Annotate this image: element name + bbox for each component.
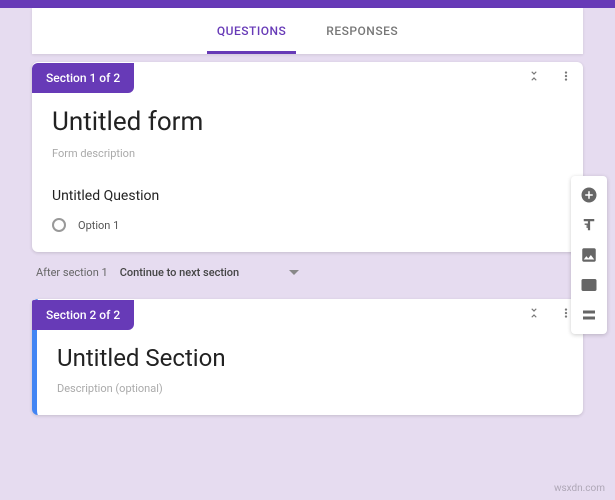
chevron-down-icon	[289, 266, 299, 279]
content-area: Section 1 of 2 Untitled form Form descri…	[0, 54, 615, 415]
section-2-description-input[interactable]: Description (optional)	[57, 382, 563, 395]
section-card-2[interactable]: Section 2 of 2 Untitled Section Descript…	[32, 299, 583, 415]
tab-responses[interactable]: RESPONSES	[306, 8, 418, 54]
section-1-header: Section 1 of 2	[32, 62, 583, 93]
tab-responses-label: RESPONSES	[326, 24, 398, 38]
form-description-input[interactable]: Form description	[52, 147, 563, 160]
form-title-input[interactable]: Untitled form	[52, 107, 563, 137]
after-section-1-row: After section 1 Continue to next section	[32, 262, 583, 299]
add-question-button[interactable]	[571, 180, 607, 210]
add-image-button[interactable]	[571, 240, 607, 270]
section-card-1: Section 1 of 2 Untitled form Form descri…	[32, 62, 583, 252]
add-section-button[interactable]	[571, 300, 607, 330]
add-video-button[interactable]	[571, 270, 607, 300]
floating-toolbar	[571, 176, 607, 334]
tab-questions[interactable]: QUESTIONS	[197, 8, 306, 54]
after-section-1-dropdown[interactable]: Continue to next section	[120, 266, 299, 279]
add-circle-icon	[580, 186, 598, 204]
watermark: wsxdn.com	[554, 483, 605, 494]
video-icon	[580, 276, 598, 294]
add-title-button[interactable]	[571, 210, 607, 240]
section-1-more-button[interactable]	[553, 62, 583, 93]
question-title-input[interactable]: Untitled Question	[52, 188, 563, 204]
unfold-less-icon	[527, 306, 541, 320]
text-icon	[580, 216, 598, 234]
section-2-body: Untitled Section Description (optional)	[37, 330, 583, 415]
radio-icon	[52, 218, 66, 232]
tab-bar: QUESTIONS RESPONSES	[32, 8, 583, 54]
image-icon	[580, 246, 598, 264]
collapse-section-1-button[interactable]	[521, 62, 547, 93]
section-2-title-input[interactable]: Untitled Section	[57, 344, 563, 372]
tab-questions-label: QUESTIONS	[217, 24, 286, 38]
section-1-badge: Section 1 of 2	[32, 63, 134, 93]
section-2-header: Section 2 of 2	[37, 299, 583, 330]
unfold-less-icon	[527, 69, 541, 83]
section-icon	[580, 306, 598, 324]
collapse-section-2-button[interactable]	[521, 299, 547, 330]
after-section-1-value: Continue to next section	[120, 266, 239, 279]
section-2-badge: Section 2 of 2	[32, 300, 134, 330]
option-1-label: Option 1	[78, 219, 119, 232]
after-section-1-label: After section 1	[36, 266, 108, 279]
top-accent-bar	[0, 0, 615, 8]
more-vert-icon	[559, 69, 573, 83]
section-1-body: Untitled form Form description Untitled …	[32, 93, 583, 252]
option-1-row[interactable]: Option 1	[52, 218, 563, 232]
